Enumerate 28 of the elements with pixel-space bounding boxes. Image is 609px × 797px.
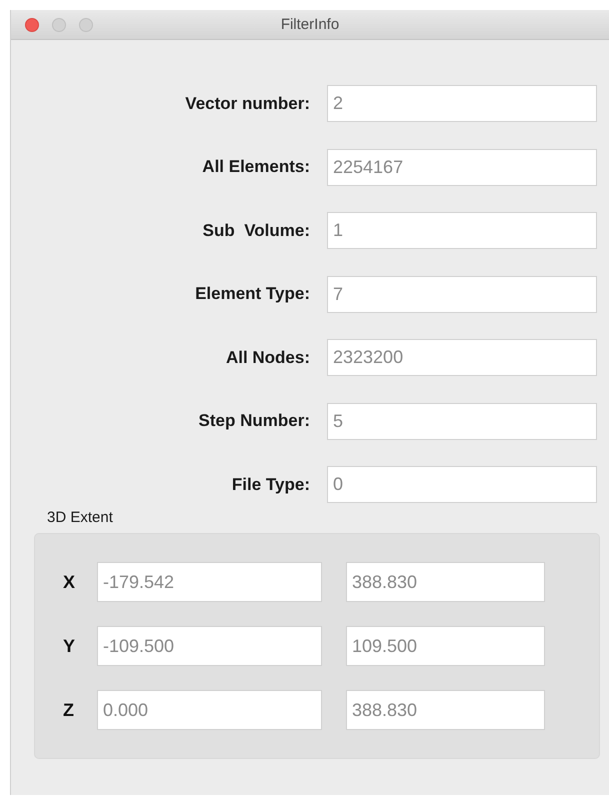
minimize-button[interactable] — [52, 18, 66, 32]
axis-label: X — [63, 572, 76, 592]
group-title: 3D Extent — [47, 509, 113, 526]
input-field[interactable]: 388.830 — [346, 690, 545, 730]
input-field[interactable]: 388.830 — [346, 562, 545, 602]
field-label: File Type: — [232, 474, 310, 494]
zoom-button[interactable] — [79, 18, 93, 32]
field-label: Sub Volume: — [202, 220, 310, 240]
input-field[interactable]: 2254167 — [327, 148, 597, 186]
field-label: All Elements: — [202, 157, 310, 177]
axis-label: Z — [63, 700, 74, 720]
close-button[interactable] — [25, 18, 39, 32]
input-field[interactable]: -179.542 — [97, 562, 322, 602]
input-field[interactable]: 7 — [327, 276, 597, 312]
axis-label: Y — [63, 636, 76, 656]
field-label: All Nodes: — [226, 348, 310, 368]
input-field[interactable]: 1 — [327, 212, 597, 249]
input-field[interactable]: 109.500 — [346, 626, 545, 666]
input-field[interactable]: 0.000 — [97, 690, 322, 730]
field-label: Element Type: — [195, 284, 310, 304]
window-title: FilterInfo — [280, 16, 340, 33]
field-label: Step Number: — [198, 411, 310, 431]
input-field[interactable]: 2 — [327, 85, 597, 122]
input-field[interactable]: 5 — [327, 402, 597, 440]
input-field[interactable]: -109.500 — [97, 626, 322, 666]
field-label: Vector number: — [185, 94, 310, 114]
input-field[interactable]: 2323200 — [327, 339, 597, 376]
input-field[interactable]: 0 — [327, 466, 597, 503]
